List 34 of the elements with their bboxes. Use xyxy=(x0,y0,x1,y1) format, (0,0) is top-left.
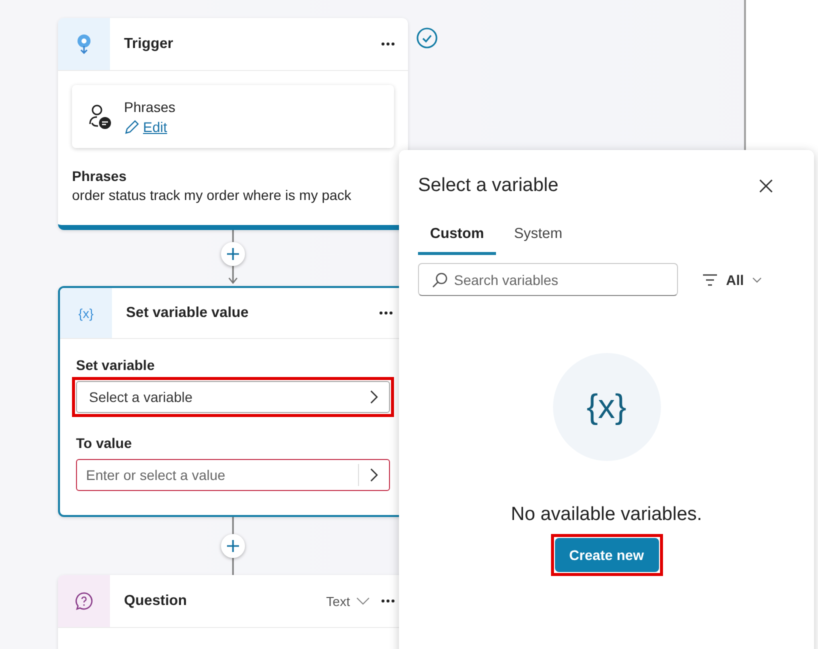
plus-icon xyxy=(227,540,239,552)
section-label: Phrases xyxy=(72,168,128,184)
question-bubble-icon xyxy=(75,592,93,610)
check-circle-icon xyxy=(416,27,438,49)
filter-button[interactable]: All xyxy=(702,272,762,288)
filter-icon xyxy=(702,274,718,286)
variable-picker[interactable]: Select a variable xyxy=(76,381,390,413)
node-title: Set variable value xyxy=(126,305,250,321)
add-step-button[interactable] xyxy=(221,242,245,266)
search-icon xyxy=(432,272,448,288)
edit-link[interactable]: Edit xyxy=(124,118,176,134)
empty-message: No available variables. xyxy=(510,504,702,526)
card-title: Phrases xyxy=(124,98,176,114)
input-field[interactable]: Enter or select a value xyxy=(76,459,390,491)
tab[interactable]: System xyxy=(502,221,574,255)
add-step-button[interactable] xyxy=(221,534,245,558)
create-new-button[interactable]: Create new xyxy=(554,538,658,572)
field-label: Set variable xyxy=(76,357,156,373)
node-title: Question xyxy=(124,593,188,609)
close-icon[interactable] xyxy=(759,179,773,193)
plus-icon xyxy=(227,248,239,260)
search-field[interactable]: Search variables xyxy=(418,263,678,296)
variable-icon: {x} xyxy=(78,306,94,320)
pencil-icon xyxy=(124,118,140,134)
chevron-down-icon xyxy=(356,596,370,606)
variable-icon: {x} xyxy=(586,388,626,426)
phrases-text: order status track my order where is my pack xyxy=(72,187,352,203)
tab[interactable]: Custom xyxy=(418,221,496,255)
chevron-down-icon xyxy=(752,276,762,284)
node-title: Trigger xyxy=(124,36,174,52)
type-dropdown[interactable]: Text xyxy=(326,594,370,608)
popover-title: Select a variable xyxy=(418,175,558,197)
field-label: To value xyxy=(76,435,133,451)
person-chat-icon xyxy=(88,104,112,130)
